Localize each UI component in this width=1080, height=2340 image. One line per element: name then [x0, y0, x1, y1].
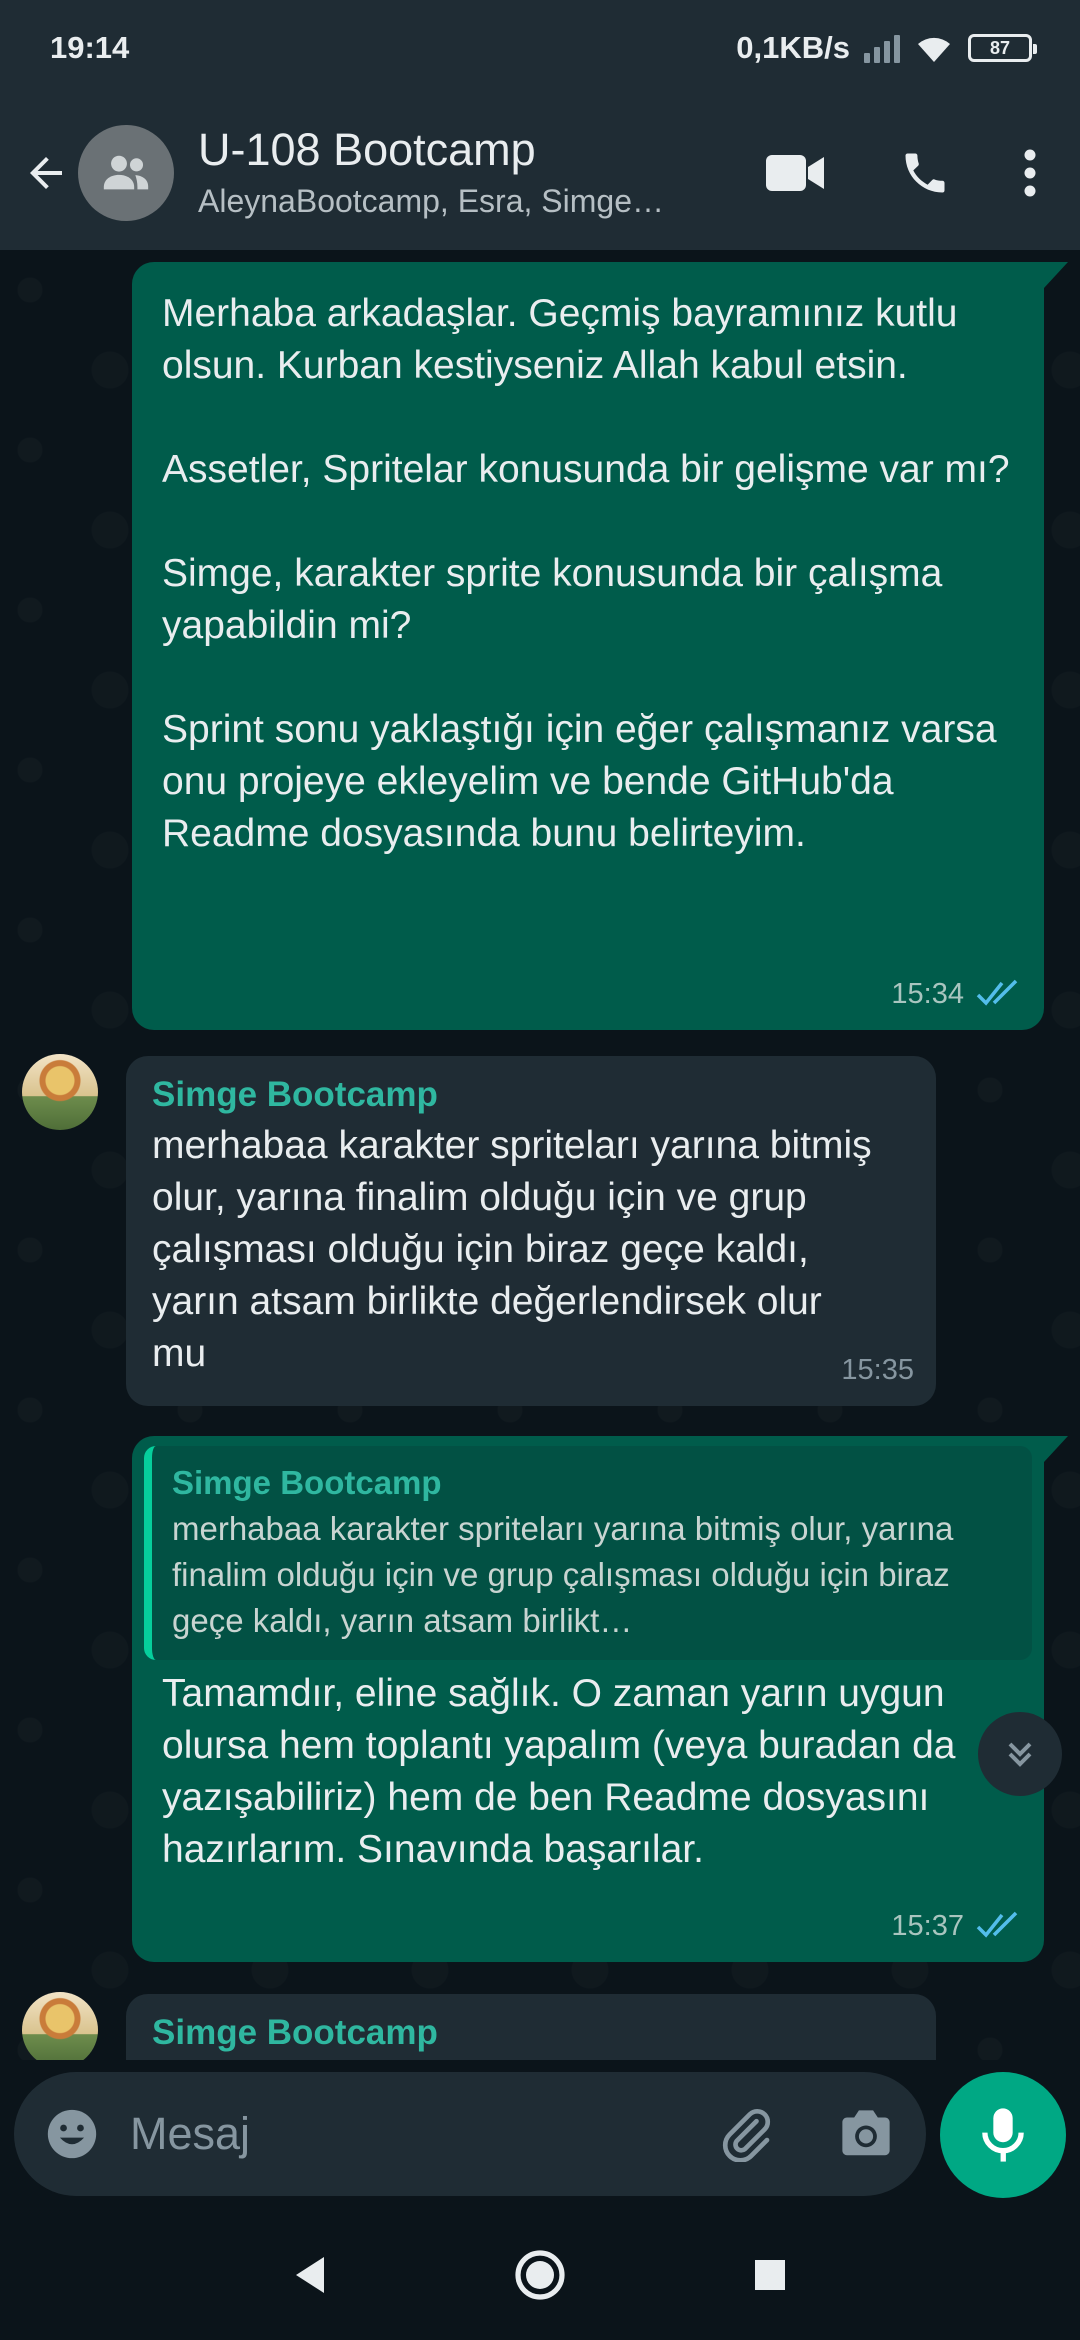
square-recents-icon: [755, 2260, 785, 2290]
more-vertical-icon: [1024, 149, 1036, 197]
status-indicators: 0,1KB/s 87: [736, 30, 1037, 66]
message-input[interactable]: Mesaj: [130, 2108, 686, 2160]
nav-home-button[interactable]: [425, 2210, 655, 2340]
message-meta: 15:37: [891, 1900, 1022, 1952]
sender-avatar[interactable]: [22, 1054, 98, 1130]
message-outgoing[interactable]: Merhaba arkadaşlar. Geçmiş bayramınız ku…: [132, 262, 1044, 1030]
sender-name[interactable]: Simge Bootcamp: [152, 2008, 908, 2058]
status-time: 19:14: [50, 30, 130, 65]
nav-recents-button[interactable]: [655, 2210, 885, 2340]
group-icon: [103, 155, 149, 190]
message-meta: 15:34: [891, 968, 1022, 1020]
message-outgoing-reply[interactable]: Simge Bootcamp merhabaa karakter spritel…: [132, 1436, 1044, 1962]
message-incoming[interactable]: Simge Bootcamp merhabaa karakter spritel…: [126, 1056, 936, 1406]
battery-icon: 87: [968, 34, 1037, 62]
emoji-button[interactable]: [14, 2072, 130, 2196]
double-check-icon: [976, 979, 1018, 1006]
sender-avatar[interactable]: [22, 1992, 98, 2060]
chat-participants: AleynaBootcamp, Esra, Simge…: [198, 183, 664, 219]
attach-button[interactable]: [686, 2072, 806, 2196]
triangle-back-icon: [296, 2257, 324, 2293]
bubble-tail: [1044, 1436, 1068, 1462]
arrow-left-icon: [30, 157, 62, 189]
voice-call-button[interactable]: [860, 96, 990, 250]
message-time: 15:35: [841, 1354, 914, 1386]
message-time: 15:34: [891, 978, 964, 1010]
quoted-sender: Simge Bootcamp: [172, 1464, 442, 1501]
bubble-tail: [1044, 262, 1068, 288]
status-bar: 19:14 0,1KB/s 87: [0, 0, 1080, 96]
scroll-to-bottom-button[interactable]: [978, 1712, 1062, 1796]
quoted-message[interactable]: Simge Bootcamp merhabaa karakter spritel…: [144, 1446, 1032, 1660]
message-list[interactable]: Merhaba arkadaşlar. Geçmiş bayramınız ku…: [0, 250, 1080, 2060]
message-meta: 15:35: [841, 1344, 914, 1396]
sender-name[interactable]: Simge Bootcamp: [152, 1070, 908, 1120]
chat-header: U-108 Bootcamp AleynaBootcamp, Esra, Sim…: [0, 96, 1080, 250]
phone-icon: [905, 153, 945, 193]
camera-icon: [842, 2110, 890, 2156]
double-check-icon: [976, 1911, 1018, 1938]
message-text: Tamamdır, eline sağlık. O zaman yarın uy…: [162, 1672, 956, 1871]
signal-icon: [864, 33, 900, 63]
emoji-icon: [47, 2109, 97, 2159]
chat-title: U-108 Bootcamp: [198, 124, 536, 175]
message-input-box: Mesaj: [14, 2072, 926, 2196]
message-text: merhabaa karakter spriteları yarına bitm…: [152, 1124, 872, 1375]
header-actions: [730, 96, 1080, 250]
nav-back-button[interactable]: [195, 2210, 425, 2340]
paperclip-icon: [722, 2108, 771, 2162]
composer: Mesaj: [0, 2060, 1080, 2210]
circle-home-icon: [515, 2250, 565, 2300]
quoted-text: merhabaa karakter spriteları yarına bitm…: [172, 1510, 954, 1639]
group-avatar[interactable]: [78, 125, 174, 221]
voice-message-button[interactable]: [940, 2072, 1066, 2198]
wifi-icon: [918, 37, 950, 62]
camera-button[interactable]: [806, 2072, 926, 2196]
chat-info[interactable]: U-108 Bootcamp AleynaBootcamp, Esra, Sim…: [198, 122, 718, 224]
microphone-icon: [982, 2108, 1024, 2162]
chevrons-down-icon: [1008, 1742, 1032, 1767]
system-nav-bar: [0, 2210, 1080, 2340]
message-time: 15:37: [891, 1910, 964, 1942]
battery-level: 87: [989, 37, 1011, 58]
message-text: Merhaba arkadaşlar. Geçmiş bayramınız ku…: [162, 292, 1010, 855]
video-camera-icon: [766, 155, 824, 191]
video-call-button[interactable]: [730, 96, 860, 250]
more-options-button[interactable]: [990, 96, 1070, 250]
message-incoming[interactable]: Simge Bootcamp: [126, 1994, 936, 2060]
network-speed: 0,1KB/s: [736, 30, 850, 65]
